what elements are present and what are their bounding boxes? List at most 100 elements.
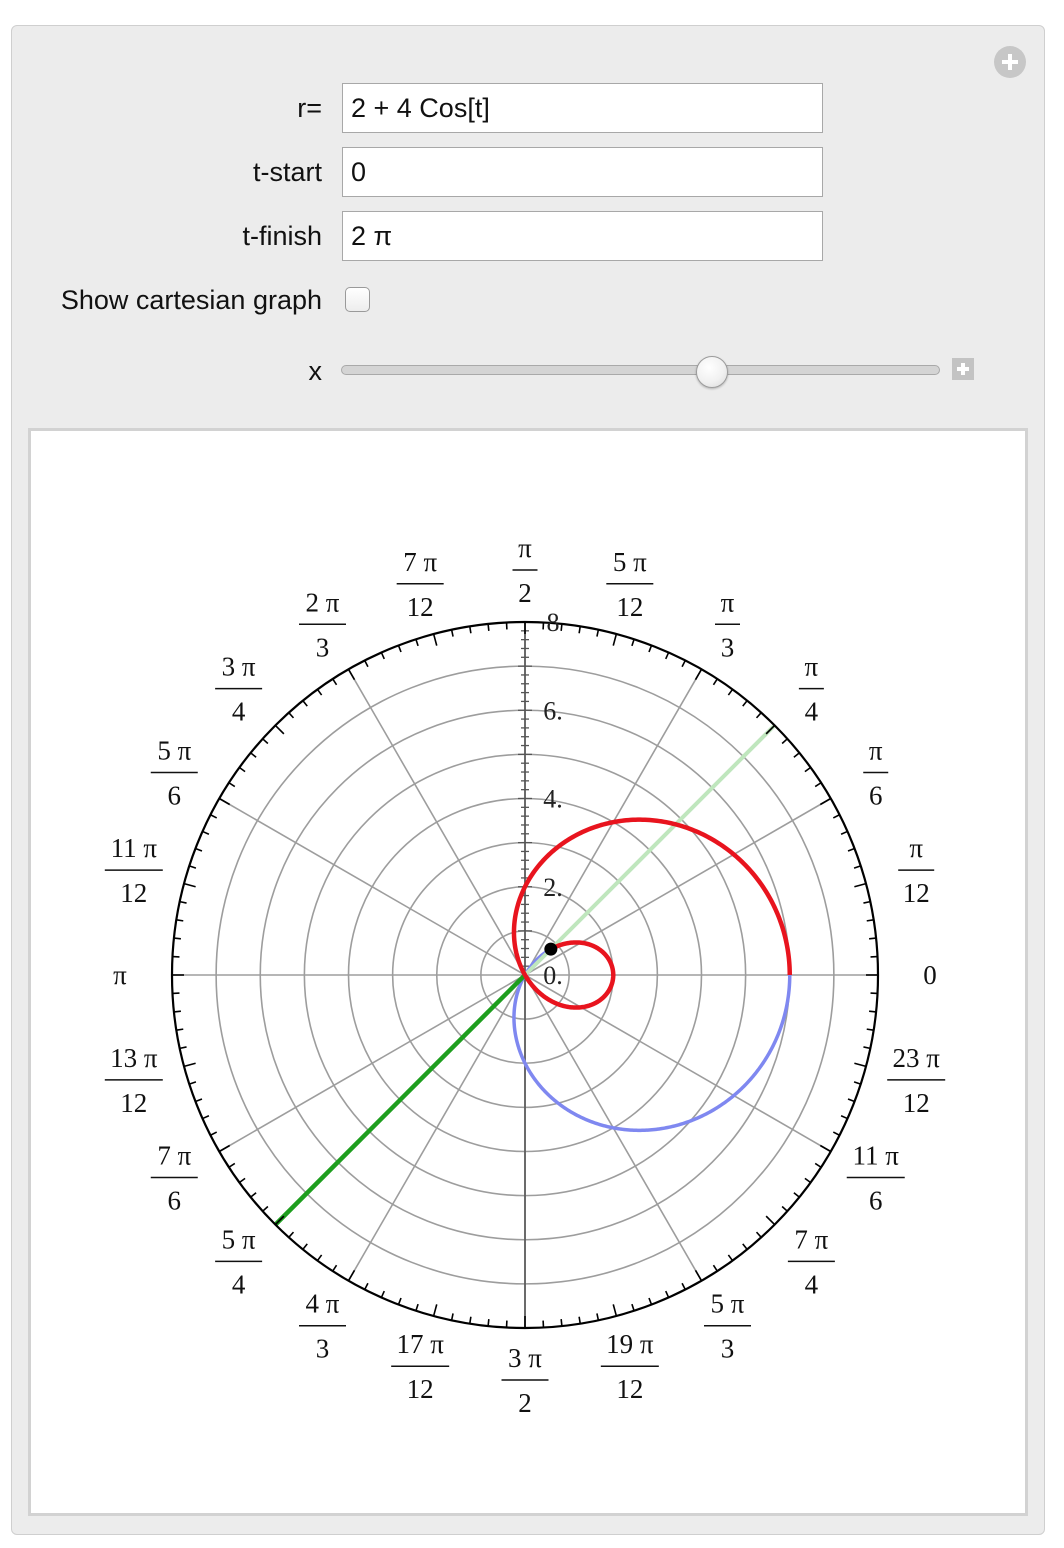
angle-label-numerator: 5 π <box>613 547 647 577</box>
angle-label: 3 π 2 <box>501 1343 549 1418</box>
angle-label: π6 <box>863 736 889 811</box>
angle-tick <box>380 652 385 660</box>
angle-label: π4 <box>798 652 824 727</box>
angle-tick <box>755 712 762 719</box>
angle-tick <box>450 629 454 637</box>
angle-tick <box>202 830 210 835</box>
angle-label-denominator: 3 <box>316 1334 330 1364</box>
angle-tick <box>189 865 197 869</box>
angle-tick <box>840 1114 848 1120</box>
angle-label: 2 π 3 <box>299 587 346 662</box>
radial-tick-label: 4. <box>543 785 563 814</box>
angle-tick <box>819 1144 832 1153</box>
angle-label-numerator: 19 π <box>606 1329 654 1359</box>
angle-label-numerator: 7 π <box>157 1141 191 1171</box>
angle-tick <box>596 1313 600 1321</box>
angle-tick <box>487 623 490 631</box>
angle-label-denominator: 12 <box>120 1088 147 1118</box>
angle-label-denominator: 6 <box>869 1186 883 1216</box>
angle-label: 5 π 6 <box>150 736 198 811</box>
angle-label-numerator: π <box>909 833 923 863</box>
angle-label: 0 <box>923 960 937 990</box>
angle-tick <box>781 1205 788 1212</box>
angle-label-numerator: 13 π <box>110 1043 158 1073</box>
current-point <box>544 942 558 956</box>
angle-label-text: π <box>113 960 127 990</box>
angle-tick <box>228 1162 236 1168</box>
angle-label-numerator: 5 π <box>157 736 191 766</box>
angle-tick <box>210 814 218 819</box>
angle-tick <box>863 900 871 904</box>
angle-tick <box>183 882 196 888</box>
angle-tick <box>814 1162 822 1168</box>
angle-label-denominator: 6 <box>869 781 883 811</box>
angle-label-numerator: 3 π <box>222 652 256 682</box>
angle-tick <box>210 1131 218 1136</box>
angle-label: 7 π 4 <box>787 1224 835 1299</box>
angle-tick <box>347 668 356 681</box>
angle-tick <box>727 1254 734 1262</box>
polar-plot: 0.2.4.6.80π12π6π4π35 π12π27 π122 π33 π45… <box>104 533 946 1418</box>
angle-tick <box>173 937 181 940</box>
angle-tick <box>694 668 703 681</box>
angle-label: π2 <box>512 533 538 608</box>
angle-tick <box>793 752 800 758</box>
angle-tick <box>712 678 718 686</box>
angle-label: π 12 <box>898 833 935 908</box>
angle-tick <box>450 1313 454 1321</box>
angle-label-denominator: 12 <box>407 592 434 622</box>
angle-tick <box>578 626 582 634</box>
radial-tick-label: 8 <box>547 608 560 637</box>
angle-label-denominator: 12 <box>120 878 147 908</box>
angle-tick <box>854 1062 867 1068</box>
angle-label-numerator: 11 π <box>853 1141 900 1171</box>
angle-tick <box>262 738 269 745</box>
angle-tick <box>218 797 231 806</box>
angle-tick <box>847 847 855 852</box>
angle-tick <box>347 1269 356 1282</box>
angle-tick <box>316 1254 323 1262</box>
angle-tick <box>804 1177 812 1184</box>
angle-label-denominator: 3 <box>721 1334 735 1364</box>
angle-label: 5 π 3 <box>704 1289 751 1364</box>
angle-tick <box>288 712 295 719</box>
angle-label: 11 π 12 <box>104 833 163 908</box>
angle-label-numerator: 4 π <box>306 1289 340 1319</box>
angle-label-denominator: 12 <box>903 878 930 908</box>
angle-tick <box>853 1081 861 1085</box>
angle-tick <box>364 1282 369 1290</box>
angle-label-denominator: 6 <box>168 781 182 811</box>
angle-tick <box>195 1098 203 1103</box>
angle-tick <box>228 782 236 788</box>
angle-tick <box>332 678 338 686</box>
angle-label-numerator: 23 π <box>893 1043 941 1073</box>
angle-label: 13 π 12 <box>104 1043 163 1118</box>
angle-tick <box>250 752 257 758</box>
ray-opposite <box>523 723 777 977</box>
angle-label-numerator: 7 π <box>794 1224 828 1254</box>
angle-label: 19 π 12 <box>600 1329 659 1404</box>
angle-tick <box>727 688 734 696</box>
angle-tick <box>631 639 635 647</box>
angle-tick <box>612 633 618 646</box>
angle-tick <box>288 1231 295 1238</box>
angle-tick <box>869 1010 877 1013</box>
angle-tick <box>681 660 686 668</box>
angle-label: 5 π 12 <box>606 547 654 622</box>
angle-tick <box>765 724 776 735</box>
radial-tick-label: 6. <box>543 696 563 725</box>
angle-label-numerator: π <box>869 736 883 766</box>
angle-label: 23 π 12 <box>887 1043 946 1118</box>
radial-tick-label: 0. <box>543 961 563 990</box>
angle-label-denominator: 12 <box>903 1088 930 1118</box>
angle-tick <box>415 639 419 647</box>
angle-label-numerator: 5 π <box>711 1289 745 1319</box>
angle-tick <box>854 882 867 888</box>
angle-tick <box>415 1303 419 1311</box>
angle-tick <box>302 700 308 707</box>
angle-label-numerator: 2 π <box>306 587 340 617</box>
angle-tick <box>173 1010 181 1013</box>
angle-tick <box>712 1264 718 1272</box>
angle-tick <box>863 1046 871 1050</box>
angle-tick <box>694 1269 703 1282</box>
